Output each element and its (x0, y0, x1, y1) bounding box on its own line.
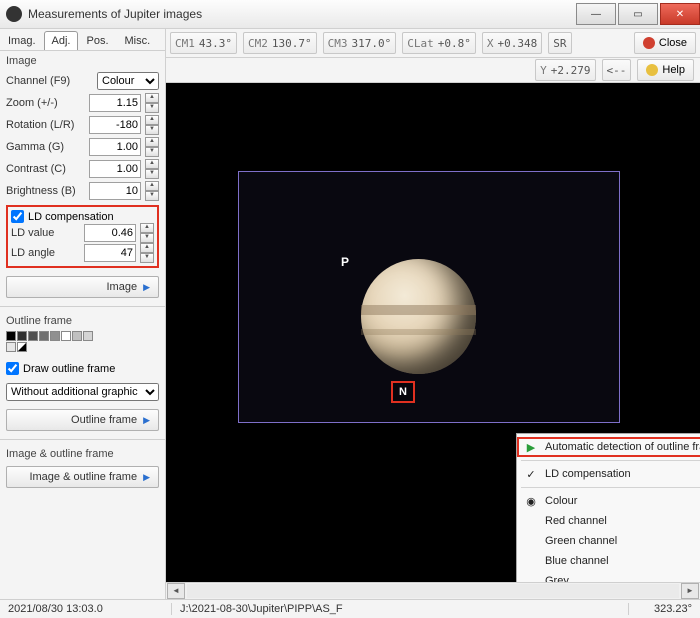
ld-comp-checkbox[interactable] (11, 210, 24, 223)
horizontal-scrollbar[interactable]: ◄ ► (166, 582, 700, 599)
cm2-readout: CM2130.7° (243, 32, 317, 54)
status-longitude: 323.23° (629, 603, 700, 615)
status-bar: 2021/08/30 13:03.0 J:\2021-08-30\Jupiter… (0, 599, 700, 618)
y-readout: Y+2.279 (535, 59, 595, 81)
graphic-select[interactable]: Without additional graphic (6, 383, 159, 401)
scroll-right-icon[interactable]: ► (681, 583, 699, 599)
section-outline: Outline frame (6, 313, 159, 329)
tab-misc[interactable]: Misc. (117, 31, 159, 50)
contrast-input[interactable] (89, 160, 141, 178)
swatch[interactable] (83, 331, 93, 341)
swatch-palette (6, 331, 94, 352)
menu-grey[interactable]: Grey (517, 571, 700, 582)
zoom-spinner[interactable]: ▲▼ (145, 93, 159, 113)
image-outline-button[interactable]: Image & outline frame▶ (6, 466, 159, 488)
image-button[interactable]: Image▶ (6, 276, 159, 298)
sr-button[interactable]: SR (548, 32, 571, 54)
minimize-button[interactable]: — (576, 3, 616, 25)
menu-colour[interactable]: ◉ Colour (517, 491, 700, 511)
sidebar: Imag. Adj. Pos. Misc. Opt. Image Channel… (0, 29, 166, 599)
app-icon (6, 6, 22, 22)
clat-readout: CLat+0.8° (402, 32, 476, 54)
zoom-input[interactable] (89, 94, 141, 112)
radio-selected-icon: ◉ (523, 493, 539, 509)
section-image: Image (6, 53, 159, 69)
draw-outline-label: Draw outline frame (23, 363, 115, 375)
back-button[interactable]: <-- (602, 59, 632, 81)
swatch[interactable] (50, 331, 60, 341)
ld-angle-label: LD angle (11, 247, 80, 259)
top-toolbar: CM143.3° CM2130.7° CM3317.0° CLat+0.8° X… (166, 29, 700, 58)
scroll-track[interactable] (187, 584, 679, 598)
tab-opt[interactable]: Opt. (158, 31, 166, 50)
titlebar: Measurements of Jupiter images — ▭ ✕ (0, 0, 700, 29)
cm1-readout: CM143.3° (170, 32, 237, 54)
rotation-label: Rotation (L/R) (6, 119, 85, 131)
image-viewport[interactable]: P N ▶ Automatic detection of outline fra… (166, 83, 700, 582)
rotation-input[interactable] (89, 116, 141, 134)
menu-blue[interactable]: Blue channel (517, 551, 700, 571)
swatch[interactable] (6, 342, 16, 352)
status-path: J:\2021-08-30\Jupiter\PIPP\AS_F (172, 603, 629, 615)
swatch[interactable] (17, 342, 27, 352)
tab-image[interactable]: Imag. (0, 31, 44, 50)
cm3-readout: CM3317.0° (323, 32, 397, 54)
contrast-label: Contrast (C) (6, 163, 85, 175)
scroll-left-icon[interactable]: ◄ (167, 583, 185, 599)
ld-value-spinner[interactable]: ▲▼ (140, 223, 154, 243)
swatch[interactable] (6, 331, 16, 341)
ld-angle-spinner[interactable]: ▲▼ (140, 243, 154, 263)
close-icon (643, 37, 655, 49)
window-title: Measurements of Jupiter images (28, 7, 574, 21)
menu-ld-comp[interactable]: ✓ LD compensationCtrl+F11 (517, 464, 700, 484)
rotation-spinner[interactable]: ▲▼ (145, 115, 159, 135)
pole-n-label: N (391, 381, 415, 403)
draw-outline-checkbox[interactable] (6, 362, 19, 375)
brightness-input[interactable] (89, 182, 141, 200)
swatch[interactable] (17, 331, 27, 341)
gamma-label: Gamma (G) (6, 141, 85, 153)
sub-toolbar: Y+2.279 <-- Help (166, 58, 700, 83)
ld-value-label: LD value (11, 227, 80, 239)
zoom-label: Zoom (+/-) (6, 97, 85, 109)
gamma-spinner[interactable]: ▲▼ (145, 137, 159, 157)
swatch[interactable] (72, 331, 82, 341)
swatch[interactable] (28, 331, 38, 341)
ld-angle-input[interactable] (84, 244, 136, 262)
brightness-spinner[interactable]: ▲▼ (145, 181, 159, 201)
ld-highlight-box: LD compensation LD value ▲▼ LD angle ▲▼ (6, 205, 159, 268)
swatch[interactable] (39, 331, 49, 341)
check-icon: ✓ (523, 466, 539, 482)
tab-adj[interactable]: Adj. (44, 31, 79, 50)
chevron-right-icon: ▶ (143, 415, 150, 426)
channel-label: Channel (F9) (6, 75, 93, 87)
status-date: 2021/08/30 13:03.0 (0, 603, 172, 615)
menu-green[interactable]: Green channel (517, 531, 700, 551)
maximize-button[interactable]: ▭ (618, 3, 658, 25)
play-icon: ▶ (523, 439, 539, 455)
x-readout: X+0.348 (482, 32, 542, 54)
jupiter-image (361, 259, 476, 374)
sidebar-tabs: Imag. Adj. Pos. Misc. Opt. (0, 29, 165, 51)
brightness-label: Brightness (B) (6, 185, 85, 197)
close-window-button[interactable]: ✕ (660, 3, 700, 25)
ld-comp-label: LD compensation (28, 211, 114, 223)
tab-pos[interactable]: Pos. (78, 31, 116, 50)
channel-select[interactable]: Colour (97, 72, 159, 90)
gamma-input[interactable] (89, 138, 141, 156)
section-both: Image & outline frame (6, 446, 159, 462)
contrast-spinner[interactable]: ▲▼ (145, 159, 159, 179)
close-button[interactable]: Close (634, 32, 696, 54)
chevron-right-icon: ▶ (143, 472, 150, 483)
outline-frame-button[interactable]: Outline frame▶ (6, 409, 159, 431)
help-button[interactable]: Help (637, 59, 694, 81)
chevron-right-icon: ▶ (143, 282, 150, 293)
pole-p-label: P (341, 255, 349, 269)
ld-value-input[interactable] (84, 224, 136, 242)
context-menu: ▶ Automatic detection of outline frameF1… (516, 433, 700, 582)
menu-red[interactable]: Red channel (517, 511, 700, 531)
menu-auto-detect[interactable]: ▶ Automatic detection of outline frameF1… (517, 437, 700, 457)
help-icon (646, 64, 658, 76)
swatch[interactable] (61, 331, 71, 341)
